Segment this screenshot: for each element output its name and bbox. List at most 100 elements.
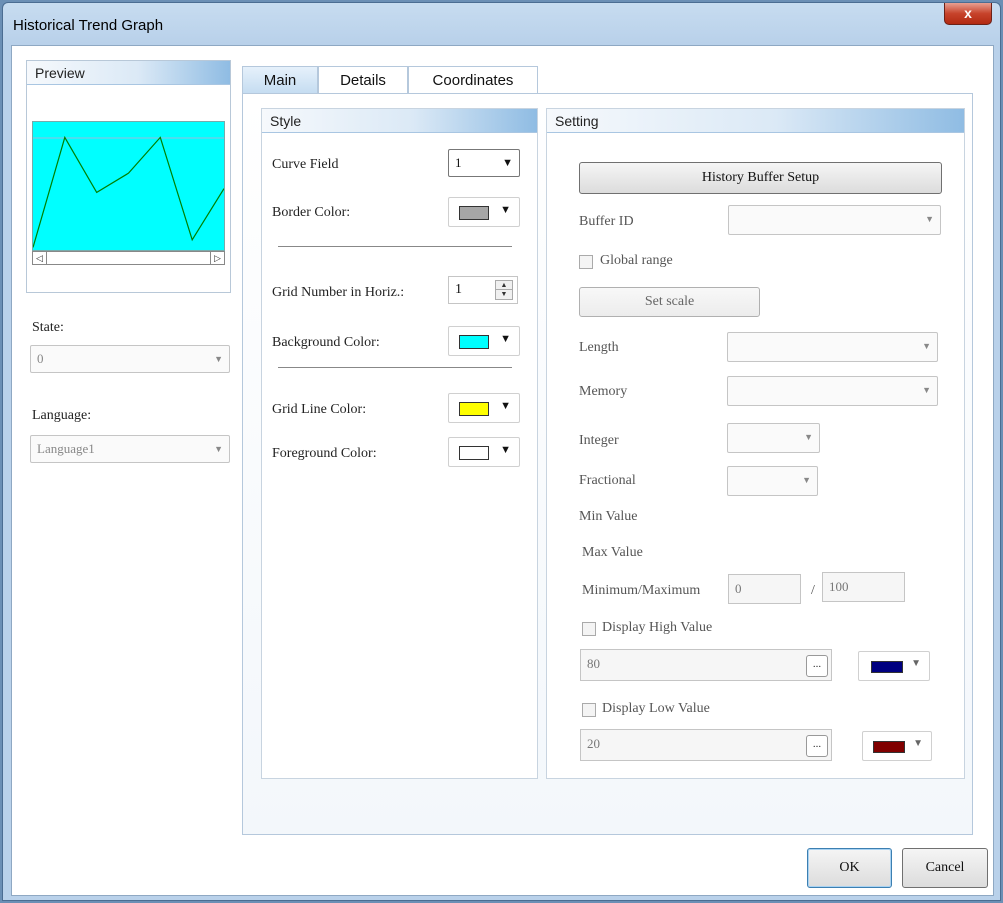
maximum-value: 100 — [829, 579, 849, 594]
tab-main[interactable]: Main — [242, 66, 318, 94]
scroll-left-icon[interactable]: ◁ — [33, 252, 47, 264]
foreground-color-label: Foreground Color: — [272, 446, 377, 461]
dialog-client: Preview ◁ ▷ State: 0 ▼ Language: Languag… — [11, 45, 994, 896]
preview-curve — [32, 135, 225, 248]
low-value-input[interactable]: 20 — [580, 729, 832, 761]
chevron-down-icon: ▼ — [500, 204, 511, 216]
high-value-input[interactable]: 80 — [580, 649, 832, 681]
foreground-color-picker[interactable]: ▼ — [448, 437, 520, 467]
state-label: State: — [32, 320, 64, 335]
border-color-picker[interactable]: ▼ — [448, 197, 520, 227]
ok-button[interactable]: OK — [807, 848, 892, 888]
high-color-picker[interactable]: ▼ — [858, 651, 930, 681]
language-label: Language: — [32, 408, 92, 423]
fractional-label: Fractional — [579, 473, 636, 488]
preview-graph — [32, 121, 225, 251]
fractional-select[interactable]: ▼ — [727, 466, 818, 496]
display-low-label: Display Low Value — [602, 701, 710, 716]
grid-number-spinner[interactable]: 1 ▲ ▼ — [448, 276, 518, 304]
minimum-value: 0 — [735, 581, 742, 596]
low-value-browse-button[interactable]: ... — [806, 735, 828, 757]
setting-title: Setting — [547, 109, 964, 133]
integer-select[interactable]: ▼ — [727, 423, 820, 453]
close-button[interactable]: x — [944, 3, 992, 25]
preview-title: Preview — [27, 61, 230, 85]
maximum-input[interactable]: 100 — [822, 572, 905, 602]
chevron-down-icon: ▼ — [500, 333, 511, 345]
language-value: Language1 — [37, 441, 95, 456]
set-scale-button[interactable]: Set scale — [579, 287, 760, 317]
style-divider — [278, 246, 512, 247]
curve-field-label: Curve Field — [272, 157, 339, 172]
state-select[interactable]: 0 ▼ — [30, 345, 230, 373]
grid-line-color-picker[interactable]: ▼ — [448, 393, 520, 423]
low-color-picker[interactable]: ▼ — [862, 731, 932, 761]
max-value-label: Max Value — [582, 545, 643, 560]
chevron-down-icon: ▼ — [802, 475, 811, 485]
chevron-down-icon: ▼ — [500, 444, 511, 456]
preview-scrollbar[interactable]: ◁ ▷ — [32, 251, 225, 265]
chevron-down-icon: ▼ — [214, 444, 223, 454]
background-color-label: Background Color: — [272, 335, 380, 350]
setting-group: Setting History Buffer Setup Buffer ID ▼… — [546, 108, 965, 779]
min-max-separator: / — [811, 583, 815, 598]
display-high-checkbox[interactable] — [582, 622, 596, 636]
high-color-swatch — [871, 661, 903, 673]
chevron-down-icon: ▼ — [922, 341, 931, 351]
grid-line-color-label: Grid Line Color: — [272, 402, 367, 417]
curve-field-value: 1 — [455, 155, 462, 170]
history-buffer-setup-button[interactable]: History Buffer Setup — [579, 162, 942, 194]
border-color-swatch — [459, 206, 489, 220]
window-title: Historical Trend Graph — [13, 17, 164, 34]
background-color-picker[interactable]: ▼ — [448, 326, 520, 356]
title-bar: Historical Trend Graph x — [3, 3, 1000, 43]
foreground-color-swatch — [459, 446, 489, 460]
low-color-swatch — [873, 741, 905, 753]
spinner-buttons[interactable]: ▲ ▼ — [495, 280, 513, 300]
style-title: Style — [262, 109, 537, 133]
grid-line-color-swatch — [459, 402, 489, 416]
global-range-checkbox[interactable] — [579, 255, 593, 269]
chevron-down-icon: ▼ — [911, 658, 921, 669]
state-value: 0 — [37, 351, 44, 366]
integer-label: Integer — [579, 433, 619, 448]
arrow-up-icon[interactable]: ▲ — [496, 281, 512, 290]
global-range-label: Global range — [600, 253, 673, 268]
chevron-down-icon: ▼ — [804, 432, 813, 442]
preview-panel: Preview ◁ ▷ — [26, 60, 231, 293]
dialog-window: Historical Trend Graph x Preview ◁ ▷ Sta… — [2, 2, 1001, 901]
tab-details[interactable]: Details — [318, 66, 408, 94]
chevron-down-icon: ▼ — [913, 738, 923, 749]
style-divider — [278, 367, 512, 368]
display-low-checkbox[interactable] — [582, 703, 596, 717]
grid-number-value: 1 — [455, 282, 462, 297]
preview-curve-line — [32, 135, 225, 248]
buffer-id-select[interactable]: ▼ — [728, 205, 941, 235]
language-select[interactable]: Language1 ▼ — [30, 435, 230, 463]
tab-coordinates[interactable]: Coordinates — [408, 66, 538, 94]
minimum-input[interactable]: 0 — [728, 574, 801, 604]
chevron-down-icon: ▼ — [502, 157, 513, 169]
buffer-id-label: Buffer ID — [579, 214, 634, 229]
border-color-label: Border Color: — [272, 205, 351, 220]
arrow-down-icon[interactable]: ▼ — [496, 290, 512, 299]
length-label: Length — [579, 340, 619, 355]
main-tab-panel: Style Curve Field 1 ▼ Border Color: ▼ Gr… — [242, 93, 973, 835]
background-color-swatch — [459, 335, 489, 349]
cancel-button[interactable]: Cancel — [902, 848, 988, 888]
chevron-down-icon: ▼ — [922, 385, 931, 395]
curve-field-select[interactable]: 1 ▼ — [448, 149, 520, 177]
chevron-down-icon: ▼ — [500, 400, 511, 412]
grid-number-label: Grid Number in Horiz.: — [272, 285, 405, 300]
chevron-down-icon: ▼ — [214, 354, 223, 364]
low-value: 20 — [587, 736, 600, 751]
min-value-label: Min Value — [579, 509, 638, 524]
min-max-label: Minimum/Maximum — [582, 583, 701, 598]
high-value: 80 — [587, 656, 600, 671]
scroll-right-icon[interactable]: ▷ — [210, 252, 224, 264]
length-select[interactable]: ▼ — [727, 332, 938, 362]
high-value-browse-button[interactable]: ... — [806, 655, 828, 677]
display-high-label: Display High Value — [602, 620, 713, 635]
memory-select[interactable]: ▼ — [727, 376, 938, 406]
chevron-down-icon: ▼ — [925, 214, 934, 224]
